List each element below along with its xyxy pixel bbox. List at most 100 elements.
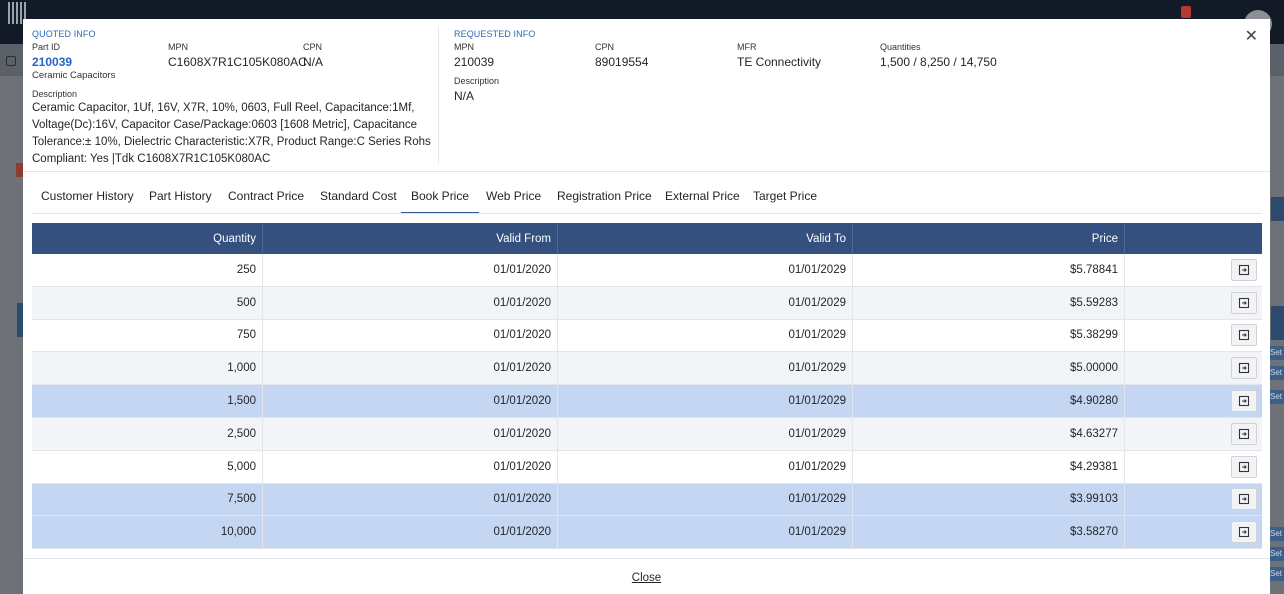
- valid-from-cell: 01/01/2020: [263, 319, 558, 352]
- tab-web-price[interactable]: Web Price: [486, 184, 541, 214]
- notification-badge: [1181, 6, 1191, 18]
- requested-mfr-value: TE Connectivity: [737, 55, 822, 69]
- requested-cpn-label: CPN: [595, 42, 615, 52]
- apply-price-icon: [1238, 362, 1250, 374]
- valid-to-cell: 01/01/2029: [558, 286, 853, 319]
- column-header-price[interactable]: Price: [853, 223, 1125, 254]
- price-cell: $4.29381: [853, 450, 1125, 483]
- apply-price-button[interactable]: [1231, 390, 1257, 413]
- apply-price-icon: [1238, 329, 1250, 341]
- actions-cell: [1125, 418, 1262, 450]
- valid-from-cell: 01/01/2020: [263, 417, 558, 450]
- requested-description-label: Description: [454, 76, 500, 86]
- tab-customer-history[interactable]: Customer History: [41, 184, 134, 214]
- apply-price-icon: [1238, 461, 1250, 473]
- table-row[interactable]: 2,500 01/01/2020 01/01/2029 $4.63277: [32, 417, 1262, 451]
- valid-to-cell: 01/01/2029: [558, 516, 853, 549]
- actions-cell: [1125, 287, 1262, 319]
- part-price-modal: ✕ QUOTED INFO Part ID 210039 Ceramic Cap…: [23, 19, 1270, 594]
- column-header-quantity[interactable]: Quantity: [32, 223, 263, 254]
- quoted-description-label: Description: [32, 89, 78, 99]
- valid-from-cell: 01/01/2020: [263, 352, 558, 385]
- quantity-cell: 1,500: [32, 385, 263, 417]
- part-category: Ceramic Capacitors: [32, 70, 116, 81]
- apply-price-button[interactable]: [1231, 455, 1257, 478]
- column-header-valid-from[interactable]: Valid From: [263, 223, 558, 254]
- requested-description-value: N/A: [454, 89, 475, 103]
- valid-from-cell: 01/01/2020: [263, 450, 558, 483]
- tab-contract-price[interactable]: Contract Price: [228, 184, 304, 214]
- apply-price-button[interactable]: [1231, 357, 1257, 380]
- tab-target-price[interactable]: Target Price: [753, 184, 817, 214]
- price-tabs: Customer History Part History Contract P…: [23, 184, 1270, 214]
- quantity-cell: 1,000: [32, 352, 263, 385]
- quoted-mpn-label: MPN: [168, 42, 188, 52]
- apply-price-icon: [1238, 428, 1250, 440]
- actions-cell: [1125, 352, 1262, 384]
- valid-to-cell: 01/01/2029: [558, 385, 853, 417]
- background-button: [1271, 197, 1284, 221]
- requested-quantities-label: Quantities: [880, 42, 921, 52]
- table-row[interactable]: 250 01/01/2020 01/01/2029 $5.78841: [32, 254, 1262, 287]
- actions-cell: [1125, 484, 1262, 516]
- quantity-cell: 5,000: [32, 450, 263, 483]
- apply-price-icon: [1238, 264, 1250, 276]
- actions-cell: [1125, 320, 1262, 352]
- apply-price-icon: [1238, 526, 1250, 538]
- valid-from-cell: 01/01/2020: [263, 286, 558, 319]
- requested-mfr-label: MFR: [737, 42, 757, 52]
- column-header-valid-to[interactable]: Valid To: [558, 223, 853, 254]
- requested-mpn-label: MPN: [454, 42, 474, 52]
- apply-price-button[interactable]: [1231, 324, 1257, 347]
- table-row[interactable]: 5,000 01/01/2020 01/01/2029 $4.29381: [32, 450, 1262, 484]
- tab-book-price[interactable]: Book Price: [401, 184, 480, 214]
- table-row[interactable]: 7,500 01/01/2020 01/01/2029 $3.99103: [32, 483, 1262, 517]
- requested-cpn-value: 89019554: [595, 55, 649, 69]
- table-row[interactable]: 500 01/01/2020 01/01/2029 $5.59283: [32, 286, 1262, 320]
- table-header: Quantity Valid From Valid To Price: [32, 223, 1262, 254]
- price-cell: $5.59283: [853, 286, 1125, 319]
- apply-price-button[interactable]: [1231, 488, 1257, 511]
- table-row[interactable]: 10,000 01/01/2020 01/01/2029 $3.58270: [32, 516, 1262, 550]
- table-row[interactable]: 1,000 01/01/2020 01/01/2029 $5.00000: [32, 352, 1262, 386]
- table-row[interactable]: 1,500 01/01/2020 01/01/2029 $4.90280: [32, 385, 1262, 418]
- apply-price-icon: [1238, 493, 1250, 505]
- quoted-info-title: QUOTED INFO: [32, 29, 96, 39]
- tab-standard-cost[interactable]: Standard Cost: [320, 184, 397, 214]
- price-cell: $5.78841: [853, 254, 1125, 286]
- close-button[interactable]: Close: [23, 572, 1270, 584]
- actions-cell: [1125, 385, 1262, 417]
- apply-price-icon: [1238, 395, 1250, 407]
- valid-to-cell: 01/01/2029: [558, 352, 853, 385]
- info-divider: [438, 27, 439, 164]
- quoted-cpn-label: CPN: [303, 42, 323, 52]
- background-tag: Set: [1270, 527, 1284, 541]
- valid-to-cell: 01/01/2029: [558, 319, 853, 352]
- apply-price-button[interactable]: [1231, 291, 1257, 314]
- table-row[interactable]: 750 01/01/2020 01/01/2029 $5.38299: [32, 319, 1262, 353]
- apply-price-button[interactable]: [1231, 422, 1257, 445]
- background-tag: Set: [1270, 390, 1284, 404]
- tab-part-history[interactable]: Part History: [149, 184, 212, 214]
- requested-mpn-value: 210039: [454, 55, 495, 69]
- price-cell: $3.58270: [853, 516, 1125, 549]
- apply-price-icon: [1238, 297, 1250, 309]
- quantity-cell: 10,000: [32, 516, 263, 549]
- tab-registration-price[interactable]: Registration Price: [557, 184, 652, 214]
- background-tag: Set: [1270, 346, 1284, 360]
- valid-from-cell: 01/01/2020: [263, 254, 558, 286]
- actions-cell: [1125, 516, 1262, 548]
- background-marker: [1271, 306, 1284, 340]
- valid-to-cell: 01/01/2029: [558, 483, 853, 516]
- valid-from-cell: 01/01/2020: [263, 483, 558, 516]
- apply-price-button[interactable]: [1231, 258, 1257, 281]
- quantity-cell: 2,500: [32, 417, 263, 450]
- apply-price-button[interactable]: [1231, 521, 1257, 544]
- valid-to-cell: 01/01/2029: [558, 450, 853, 483]
- requested-quantities-value: 1,500 / 8,250 / 14,750: [880, 55, 997, 69]
- tab-external-price[interactable]: External Price: [665, 184, 740, 214]
- quoted-description: Ceramic Capacitor, 1Uf, 16V, X7R, 10%, 0…: [32, 102, 431, 165]
- actions-cell: [1125, 254, 1262, 286]
- price-cell: $5.38299: [853, 319, 1125, 352]
- part-id-link[interactable]: 210039: [32, 55, 72, 69]
